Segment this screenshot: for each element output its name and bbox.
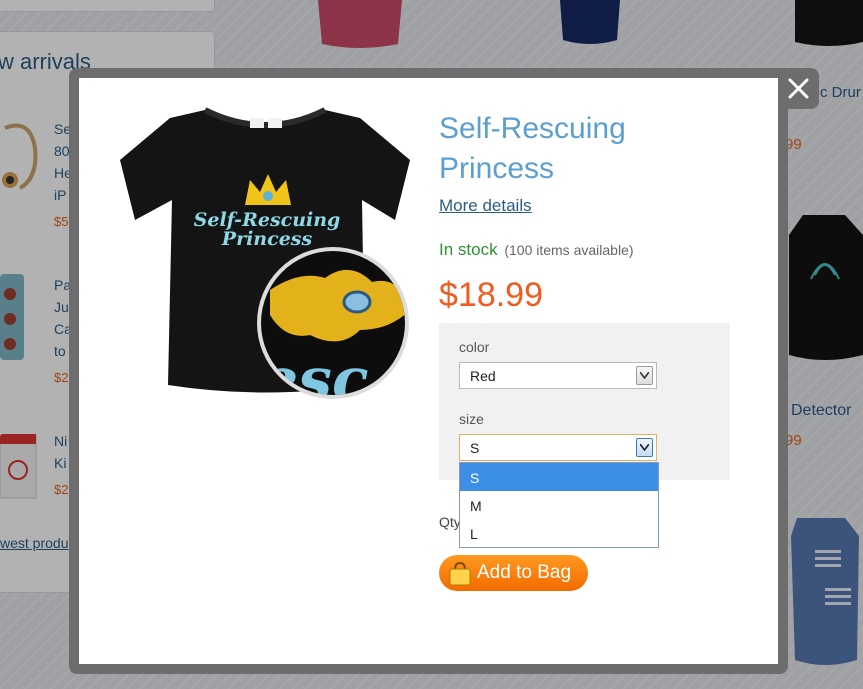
add-to-bag-button[interactable]: Add to Bag	[439, 555, 588, 591]
size-option-l[interactable]: L	[460, 519, 658, 547]
color-select-value: Red	[470, 368, 496, 384]
more-details-link[interactable]: More details	[439, 196, 532, 216]
items-available: (100 items available)	[504, 242, 634, 258]
in-stock-label: In stock	[439, 240, 498, 259]
shopping-bag-icon	[449, 562, 471, 586]
color-select[interactable]: Red	[459, 362, 657, 389]
chevron-down-icon[interactable]	[636, 438, 653, 457]
size-option-m[interactable]: M	[460, 491, 658, 519]
product-options-panel: color Red size S	[439, 323, 730, 480]
product-title: Self-Rescuing Princess	[439, 112, 626, 185]
stock-status: In stock (100 items available)	[439, 240, 634, 260]
close-icon	[788, 78, 809, 99]
qty-label: Qty	[439, 514, 461, 530]
size-dropdown-list[interactable]: S M L	[459, 462, 659, 548]
size-option-s[interactable]: S	[460, 463, 658, 491]
product-price: $18.99	[439, 276, 543, 314]
add-to-bag-label: Add to Bag	[477, 562, 572, 583]
close-button[interactable]	[778, 68, 819, 109]
size-select-value: S	[470, 440, 480, 456]
size-select[interactable]: S	[459, 434, 657, 461]
shirt-print-line2: Princess	[221, 228, 313, 250]
color-label: color	[459, 339, 490, 355]
size-label: size	[459, 411, 484, 427]
product-image[interactable]: Self-Rescuing Princess esc	[110, 100, 420, 410]
chevron-down-icon[interactable]	[636, 366, 653, 385]
